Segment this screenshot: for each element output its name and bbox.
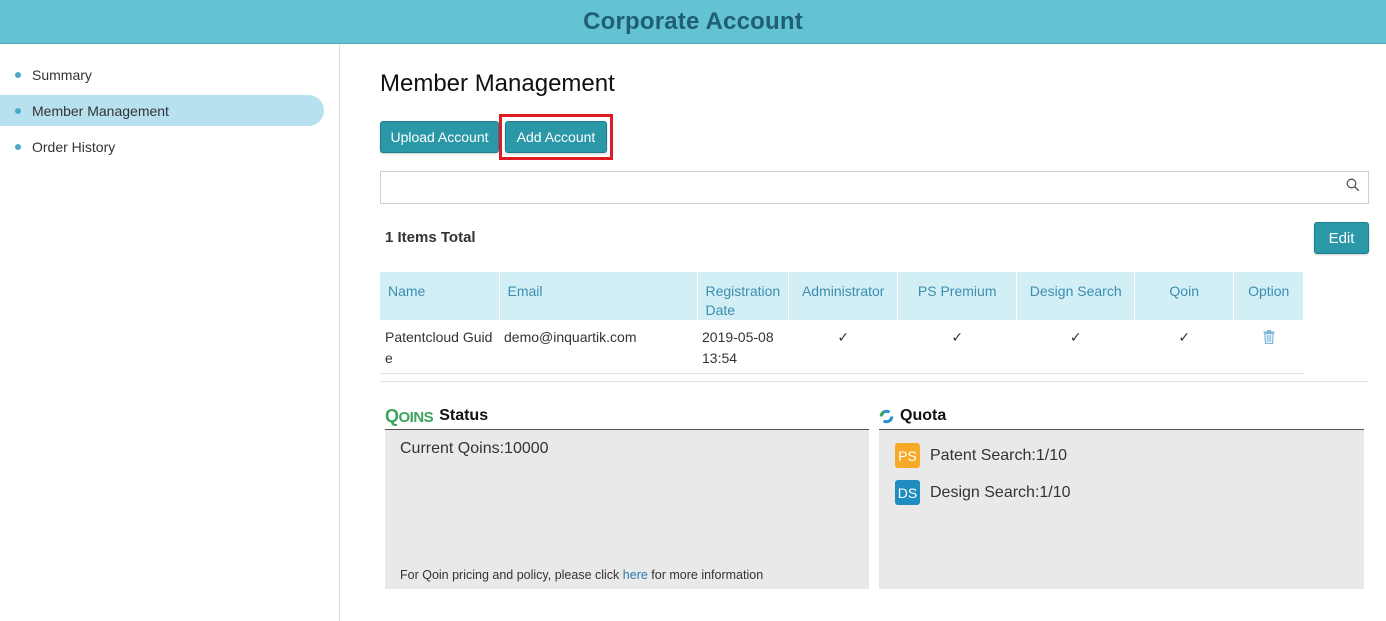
bullet-icon <box>15 107 21 114</box>
sidebar-item-summary[interactable]: Summary <box>0 59 324 90</box>
highlight-box <box>499 114 613 160</box>
member-name: Patentcloud Guide <box>380 320 499 374</box>
design-search-quota: Design Search:1/10 <box>930 483 1071 501</box>
sidebar: Summary Member Management Order History <box>0 44 340 621</box>
quota-item-patent-search: PS Patent Search:1/10 <box>895 443 1067 468</box>
ps-premium-check: ✓ <box>897 320 1017 374</box>
items-total: 1 Items Total <box>385 229 476 246</box>
status-panel: Current Qoins:10000 For Qoin pricing and… <box>385 429 869 589</box>
column-header-ps-premium: PS Premium <box>897 272 1018 320</box>
sidebar-item-label: Order History <box>32 138 116 155</box>
design-search-icon: DS <box>895 480 920 505</box>
registration-time: 13:54 <box>702 350 738 366</box>
member-email: demo@inquartik.com <box>499 320 697 374</box>
qoins-logo: QOINS <box>385 405 434 426</box>
column-header-qoin: Qoin <box>1134 272 1235 320</box>
status-heading: QOINS Status <box>385 405 488 427</box>
sidebar-item-label: Member Management <box>32 102 169 119</box>
bullet-icon <box>15 143 21 150</box>
patent-search-icon: PS <box>895 443 920 468</box>
top-bar: Corporate Account <box>0 0 1386 44</box>
administrator-check: ✓ <box>788 320 898 374</box>
qoin-policy-link[interactable]: here <box>623 568 648 582</box>
table-header-row: Name Email Registration Date Administrat… <box>380 272 1305 320</box>
quota-ring-icon <box>879 409 894 424</box>
bullet-icon <box>15 71 21 78</box>
column-header-registration-date: Registration Date <box>697 272 790 320</box>
quota-title: Quota <box>900 407 947 424</box>
quota-item-design-search: DS Design Search:1/10 <box>895 480 1071 505</box>
column-header-name: Name <box>380 272 500 320</box>
sidebar-item-order-history[interactable]: Order History <box>0 131 324 162</box>
sidebar-item-member-management[interactable]: Member Management <box>0 95 324 126</box>
app-title: Corporate Account <box>583 7 803 35</box>
member-registration-date: 2019-05-08 13:54 <box>697 320 789 374</box>
column-header-administrator: Administrator <box>788 272 899 320</box>
upload-account-button[interactable]: Upload Account <box>380 121 499 153</box>
quota-panel: PS Patent Search:1/10 DS Design Search:1… <box>879 429 1364 589</box>
search-input[interactable] <box>381 172 1347 203</box>
column-header-design-search: Design Search <box>1016 272 1136 320</box>
table-divider <box>380 381 1369 382</box>
column-header-email: Email <box>499 272 698 320</box>
policy-text-before: For Qoin pricing and policy, please clic… <box>400 568 623 582</box>
option-cell <box>1233 320 1304 374</box>
column-header-option: Option <box>1233 272 1305 320</box>
search-icon[interactable] <box>1346 178 1360 197</box>
status-title: Status <box>439 407 489 424</box>
sidebar-item-label: Summary <box>32 66 92 83</box>
qoin-policy-note: For Qoin pricing and policy, please clic… <box>400 568 763 582</box>
members-table: Name Email Registration Date Administrat… <box>380 272 1305 374</box>
table-row: Patentcloud Guide demo@inquartik.com 201… <box>380 320 1304 374</box>
patent-search-quota: Patent Search:1/10 <box>930 446 1067 464</box>
search-bar <box>380 171 1369 204</box>
quota-heading: Quota <box>879 405 946 427</box>
edit-button[interactable]: Edit <box>1314 222 1369 254</box>
design-search-check: ✓ <box>1016 320 1135 374</box>
trash-icon[interactable] <box>1263 329 1275 350</box>
qoin-check: ✓ <box>1134 320 1234 374</box>
current-qoins: Current Qoins:10000 <box>400 440 549 457</box>
registration-date: 2019-05-08 <box>702 329 774 345</box>
policy-text-after: for more information <box>647 568 764 582</box>
page-title: Member Management <box>380 70 615 97</box>
